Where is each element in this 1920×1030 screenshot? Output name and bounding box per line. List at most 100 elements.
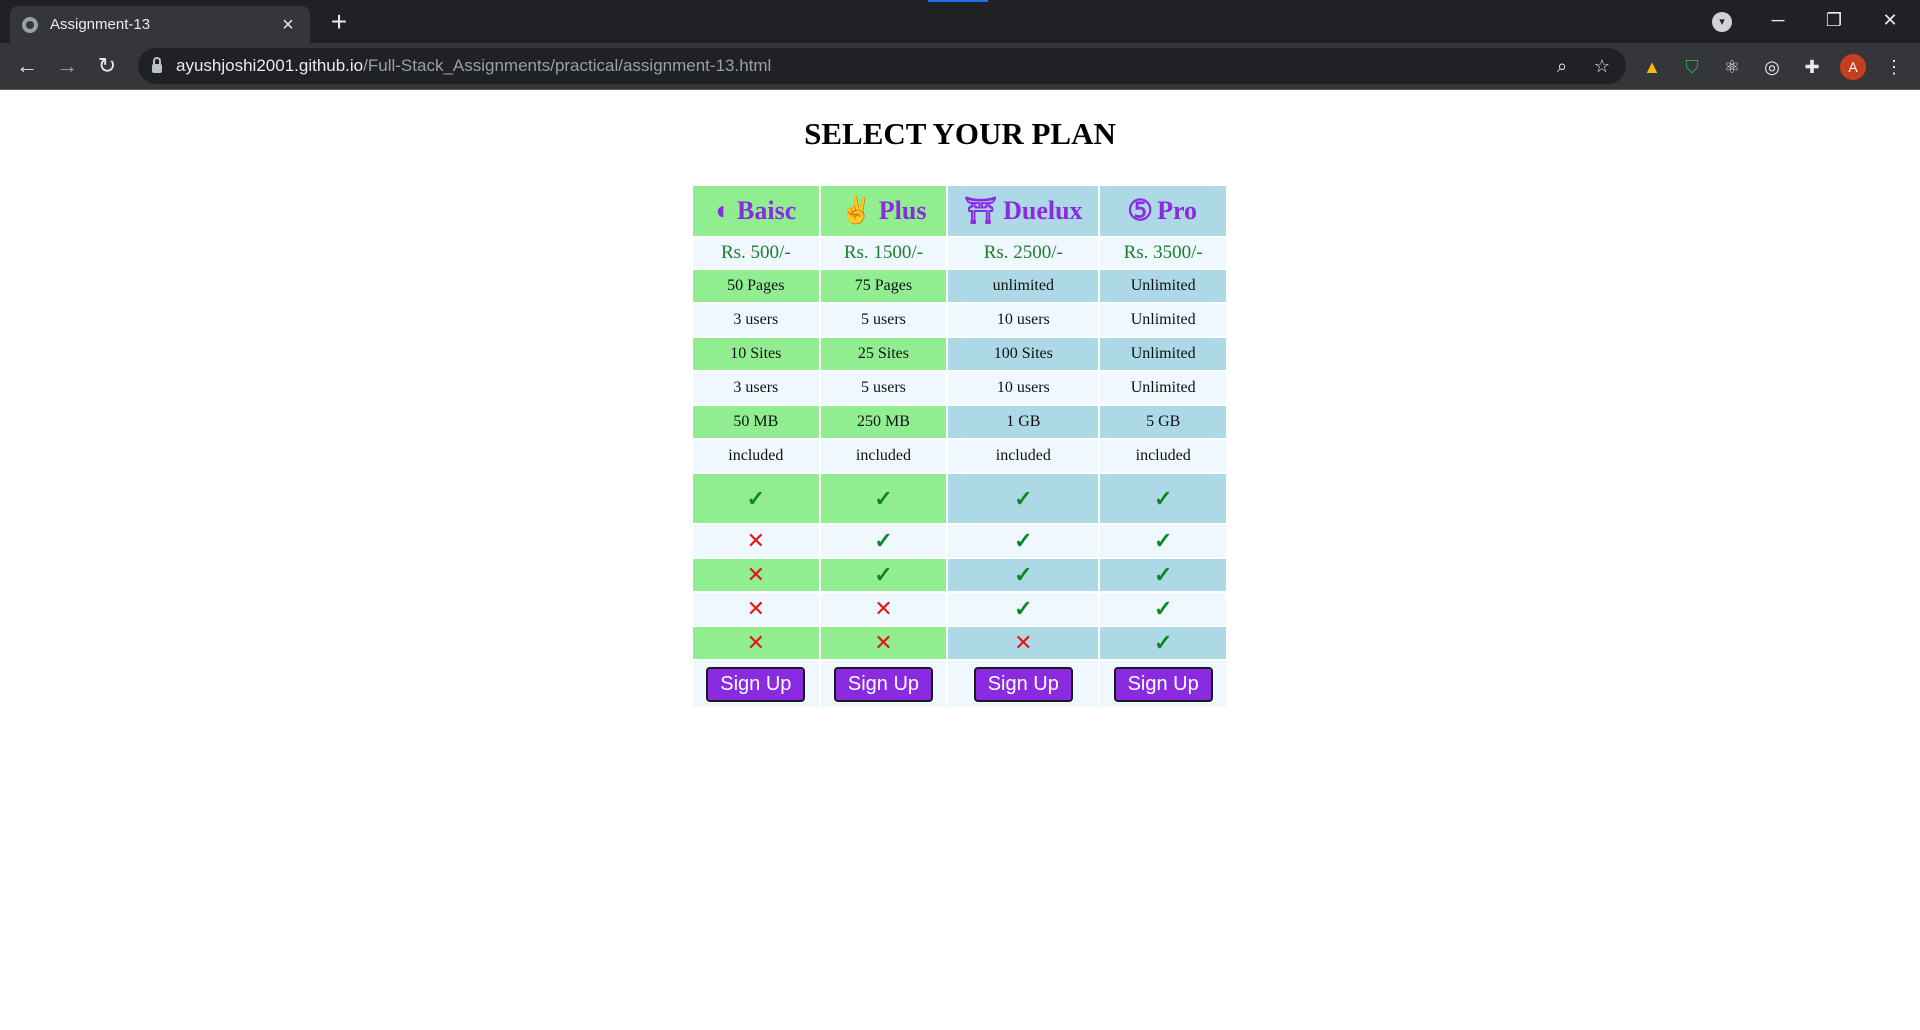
new-tab-button[interactable]: + [325, 8, 353, 36]
shield-icon[interactable]: ⛉ [1680, 55, 1704, 79]
check-cell: ✓ [820, 525, 947, 557]
url-host: ayushjoshi2001.github.io [176, 56, 364, 75]
reload-icon[interactable]: ↻ [92, 51, 122, 81]
tab-title: Assignment-13 [50, 16, 151, 33]
target-icon[interactable]: ◎ [1760, 55, 1784, 79]
check-cell: ✓ [820, 474, 947, 523]
plan-header-2: ⛩ Duelux [948, 186, 1099, 236]
close-window-button[interactable]: ✕ [1862, 0, 1918, 40]
check-cell: ✕ [693, 627, 819, 659]
victory-hand-icon: ✌ [840, 196, 873, 225]
feature-cell: 5 GB [1100, 406, 1226, 438]
google-drive-icon[interactable]: ▲ [1640, 55, 1664, 79]
feature-cell: 5 users [820, 304, 947, 336]
check-cell: ✓ [1100, 474, 1226, 523]
check-cell: ✕ [948, 627, 1099, 659]
cross-icon: ✕ [874, 630, 893, 655]
back-icon[interactable]: ← [12, 51, 42, 81]
feature-row: included included included included [693, 440, 1226, 472]
feature-cell: 75 Pages [820, 270, 947, 302]
plan-name: Pro [1157, 196, 1198, 225]
feature-row: 50 MB 250 MB 1 GB 5 GB [693, 406, 1226, 438]
bookmark-star-icon[interactable]: ☆ [1590, 56, 1614, 76]
cross-icon: ✕ [746, 562, 766, 587]
feature-cell: 10 users [948, 372, 1099, 404]
plan-header-1: ✌ Plus [820, 186, 947, 236]
feature-cell: Unlimited [1100, 372, 1226, 404]
check-cell: ✓ [1100, 525, 1226, 557]
check-row: ✕ ✕ ✓ ✓ [693, 593, 1226, 625]
minimize-button[interactable]: ─ [1750, 0, 1806, 40]
pricing-table: ◐ Baisc ✌ Plus ⛩ Duelux ➄ Pro Rs. 500/- Rs. 1500/… [691, 184, 1228, 709]
atom-icon[interactable]: ⚛ [1720, 55, 1744, 79]
checkmark-icon: ✓ [874, 562, 893, 587]
feature-cell: 1 GB [948, 406, 1099, 438]
number-five-icon: ➄ [1129, 196, 1152, 225]
plan-header-row: ◐ Baisc ✌ Plus ⛩ Duelux ➄ Pro [693, 186, 1226, 236]
check-cell: ✕ [693, 525, 819, 557]
zoom-icon[interactable]: ⌕ [1550, 56, 1574, 76]
lock-icon[interactable] [152, 57, 162, 73]
address-bar[interactable]: ayushjoshi2001.github.io/Full-Stack_Assi… [138, 48, 1626, 84]
feature-cell: 10 users [948, 304, 1099, 336]
feature-cell: 10 Sites [693, 338, 819, 370]
check-cell: ✓ [948, 525, 1099, 557]
feature-cell: 25 Sites [820, 338, 947, 370]
plan-name: Duelux [1003, 196, 1083, 225]
cross-icon: ✕ [746, 528, 766, 553]
sign-up-button[interactable]: Sign Up [1113, 666, 1213, 702]
checkmark-icon: ✓ [1014, 596, 1033, 621]
plan-name: Baisc [737, 196, 797, 225]
titlebar-accent [928, 0, 988, 2]
feature-cell: 50 MB [693, 406, 819, 438]
feature-cell: 100 Sites [948, 338, 1099, 370]
feature-row: 50 Pages 75 Pages unlimited Unlimited [693, 270, 1226, 302]
checkmark-icon: ✓ [874, 485, 893, 511]
restore-button[interactable]: ❐ [1806, 0, 1862, 40]
check-cell: ✕ [820, 627, 947, 659]
cross-icon: ✕ [746, 630, 766, 655]
check-row: ✓ ✓ ✓ ✓ [693, 474, 1226, 523]
price-row: Rs. 500/- Rs. 1500/- Rs. 2500/- Rs. 3500/- [693, 238, 1226, 268]
tab-search-icon[interactable]: ▾ [1712, 12, 1732, 32]
menu-kebab-icon[interactable]: ⋮ [1882, 55, 1906, 79]
signup-cell: Sign Up [1100, 661, 1226, 707]
check-cell: ✕ [693, 593, 819, 625]
feature-cell: included [948, 440, 1099, 472]
check-cell: ✓ [948, 474, 1099, 523]
feature-cell: 3 users [693, 372, 819, 404]
url-text: ayushjoshi2001.github.io/Full-Stack_Assi… [176, 56, 771, 76]
extensions-puzzle-icon[interactable]: ✚ [1800, 55, 1824, 79]
url-path: /Full-Stack_Assignments/practical/assign… [363, 56, 772, 75]
sign-up-button[interactable]: Sign Up [973, 666, 1073, 702]
feature-cell: included [820, 440, 947, 472]
checkmark-icon: ✓ [874, 528, 893, 553]
check-cell: ✓ [948, 559, 1099, 591]
signup-cell: Sign Up [948, 661, 1099, 707]
page-title: SELECT YOUR PLAN [804, 116, 1116, 151]
feature-cell: 250 MB [820, 406, 947, 438]
feature-cell: Unlimited [1100, 338, 1226, 370]
signup-cell: Sign Up [820, 661, 947, 707]
feature-cell: 50 Pages [693, 270, 819, 302]
check-cell: ✓ [820, 559, 947, 591]
plan-name: Plus [878, 196, 927, 225]
browser-titlebar: Assignment-13 × + ▾ ─ ❐ ✕ [0, 0, 1920, 43]
check-row: ✕ ✓ ✓ ✓ [693, 559, 1226, 591]
sign-up-button[interactable]: Sign Up [706, 666, 806, 702]
checkmark-icon: ✓ [1153, 485, 1173, 511]
checkmark-icon: ✓ [1153, 528, 1173, 553]
checkmark-icon: ✓ [1153, 562, 1173, 587]
check-cell: ✓ [1100, 627, 1226, 659]
profile-avatar[interactable]: A [1840, 54, 1866, 80]
plan-header-3: ➄ Pro [1100, 186, 1226, 236]
browser-tab[interactable]: Assignment-13 × [10, 6, 310, 43]
sign-up-button[interactable]: Sign Up [833, 666, 934, 702]
cross-icon: ✕ [1014, 630, 1033, 655]
tab-close-icon[interactable]: × [278, 15, 298, 35]
forward-icon[interactable]: → [52, 51, 82, 81]
checkmark-icon: ✓ [1153, 596, 1173, 621]
plan-price: Rs. 2500/- [948, 238, 1099, 268]
check-row: ✕ ✕ ✕ ✓ [693, 627, 1226, 659]
feature-cell: 5 users [820, 372, 947, 404]
